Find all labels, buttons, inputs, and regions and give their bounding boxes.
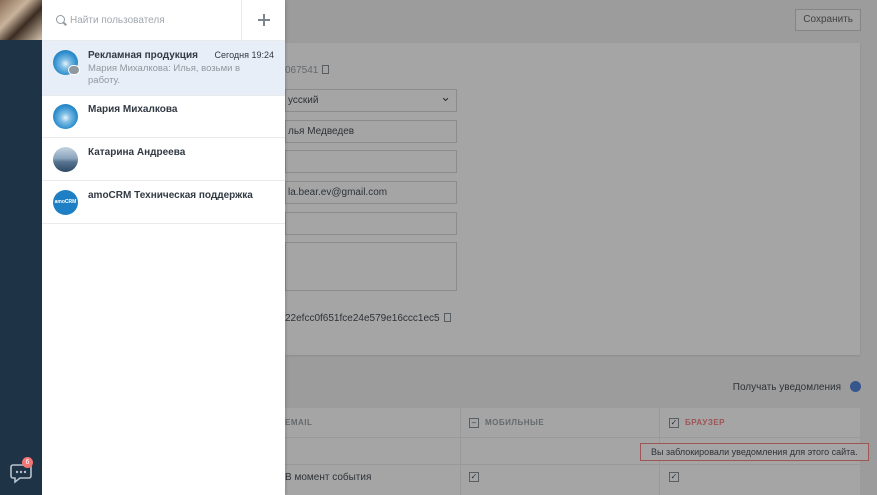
chat-time: Сегодня 19:24 <box>214 50 274 60</box>
chat-unread-badge: 6 <box>22 457 33 468</box>
chat-avatar <box>53 104 78 129</box>
chat-avatar <box>53 147 78 172</box>
user-avatar[interactable] <box>0 0 42 40</box>
chat-list-item[interactable]: amoCRM amoCRM Техническая поддержка <box>42 181 285 224</box>
modal-dim-overlay[interactable] <box>285 0 877 495</box>
search-icon <box>56 15 65 24</box>
chat-name: Мария Михалкова <box>88 104 178 115</box>
search-input[interactable] <box>70 12 235 28</box>
chat-list-item[interactable]: Рекламная продукция Сегодня 19:24 Мария … <box>42 41 285 96</box>
settings-page: Сохранить 067541 усский лья Медведев la.… <box>285 0 877 495</box>
group-chat-icon <box>68 65 80 75</box>
user-search-bar <box>42 0 242 41</box>
chat-name: Катарина Андреева <box>88 147 186 158</box>
chat-list-item[interactable]: Мария Михалкова <box>42 96 285 138</box>
chat-name: Рекламная продукция <box>88 50 198 61</box>
chat-preview: Мария Михалкова: Илья, возьми в работу. <box>88 63 241 86</box>
left-nav-rail: 6 <box>0 0 42 495</box>
add-chat-button[interactable] <box>242 0 285 41</box>
chat-name: amoCRM Техническая поддержка <box>88 190 253 201</box>
chat-user-panel: Рекламная продукция Сегодня 19:24 Мария … <box>42 0 285 495</box>
chat-list-item[interactable]: Катарина Андреева <box>42 138 285 181</box>
amocrm-logo-avatar: amoCRM <box>53 190 78 215</box>
